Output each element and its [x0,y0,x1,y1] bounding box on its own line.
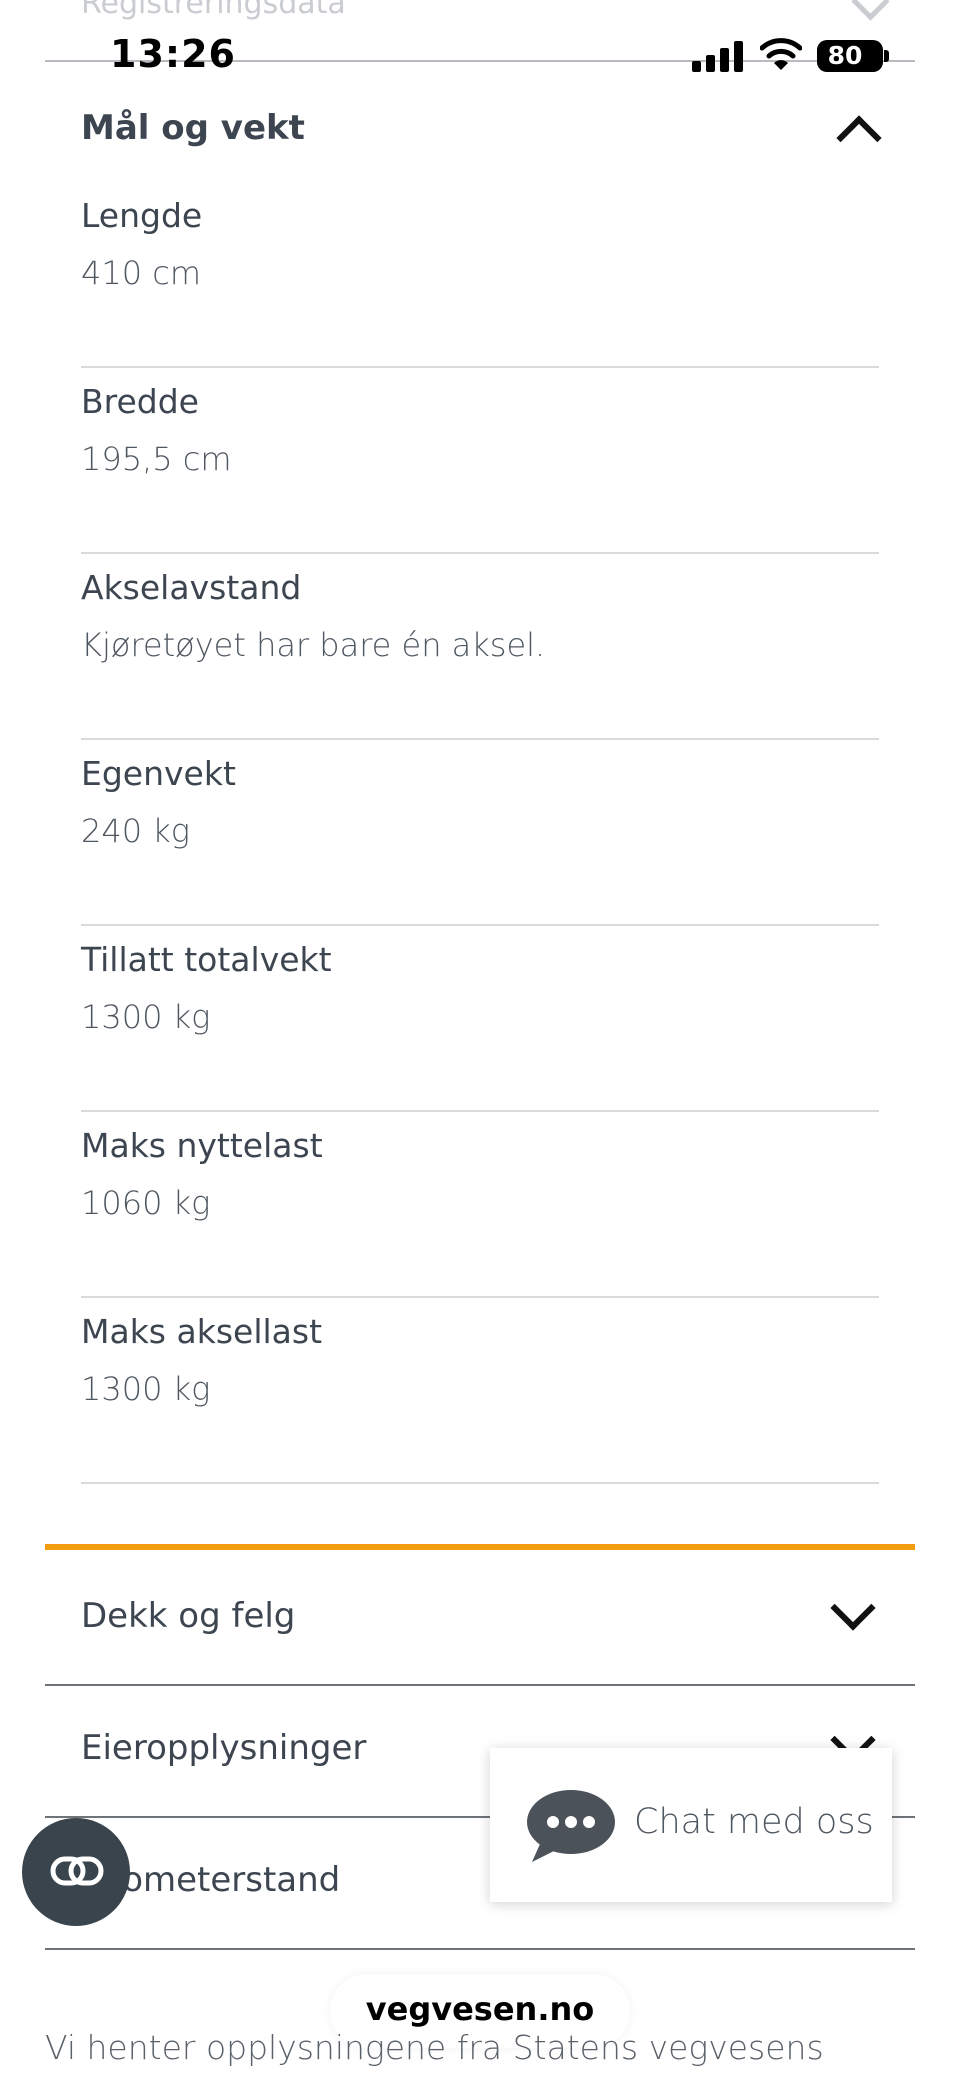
list-item: Egenvekt 240 kg [81,738,879,926]
item-label: Bredde [81,382,199,421]
item-label: Maks aksellast [81,1312,323,1351]
domain-label: vegvesen.no [365,1990,595,2028]
reader-mode-button[interactable] [22,1818,130,1926]
status-bar: 13:26 80 [0,0,960,110]
item-label: Tillatt totalvekt [81,940,332,979]
section-title[interactable]: Mål og vekt [81,108,305,148]
chat-bubble-icon [527,1790,615,1862]
item-value: 1300 kg [81,1370,211,1408]
section-accent-bar [45,1544,915,1550]
accordion-title: Eieropplysninger [81,1728,367,1768]
item-value: Kjøretøyet har bare én aksel. [81,626,546,664]
list-item: Maks aksellast 1300 kg [81,1296,879,1484]
item-value: 1060 kg [81,1184,211,1222]
battery-icon: 80 [817,40,889,72]
battery-level: 80 [827,41,863,70]
signal-icon [692,40,744,72]
list-item: Akselavstand Kjøretøyet har bare én akse… [81,552,879,740]
chevron-down-icon [830,1585,876,1631]
chat-button[interactable]: Chat med oss [490,1748,892,1902]
item-label: Maks nyttelast [81,1126,323,1165]
chat-label: Chat med oss [634,1802,874,1842]
footer-text: Vi henter opplysningene fra Statens vegv… [45,2028,824,2067]
item-value: 1300 kg [81,998,211,1036]
item-value: 410 cm [81,254,202,292]
status-time: 13:26 [110,32,236,76]
accordion-title: Dekk og felg [81,1596,296,1636]
list-item: Bredde 195,5 cm [81,366,879,554]
chevron-up-icon[interactable] [836,115,882,161]
item-label: Akselavstand [81,568,302,607]
list-item: Lengde 410 cm [81,180,879,368]
list-item: Tillatt totalvekt 1300 kg [81,924,879,1112]
item-label: Lengde [81,196,203,235]
reader-mode-icon [50,1856,104,1886]
item-value: 195,5 cm [81,440,232,478]
item-value: 240 kg [81,812,190,850]
wifi-icon [760,38,802,70]
item-label: Egenvekt [81,754,236,793]
accordion-dekk-og-felg[interactable]: Dekk og felg [45,1552,915,1686]
list-item: Maks nyttelast 1060 kg [81,1110,879,1298]
